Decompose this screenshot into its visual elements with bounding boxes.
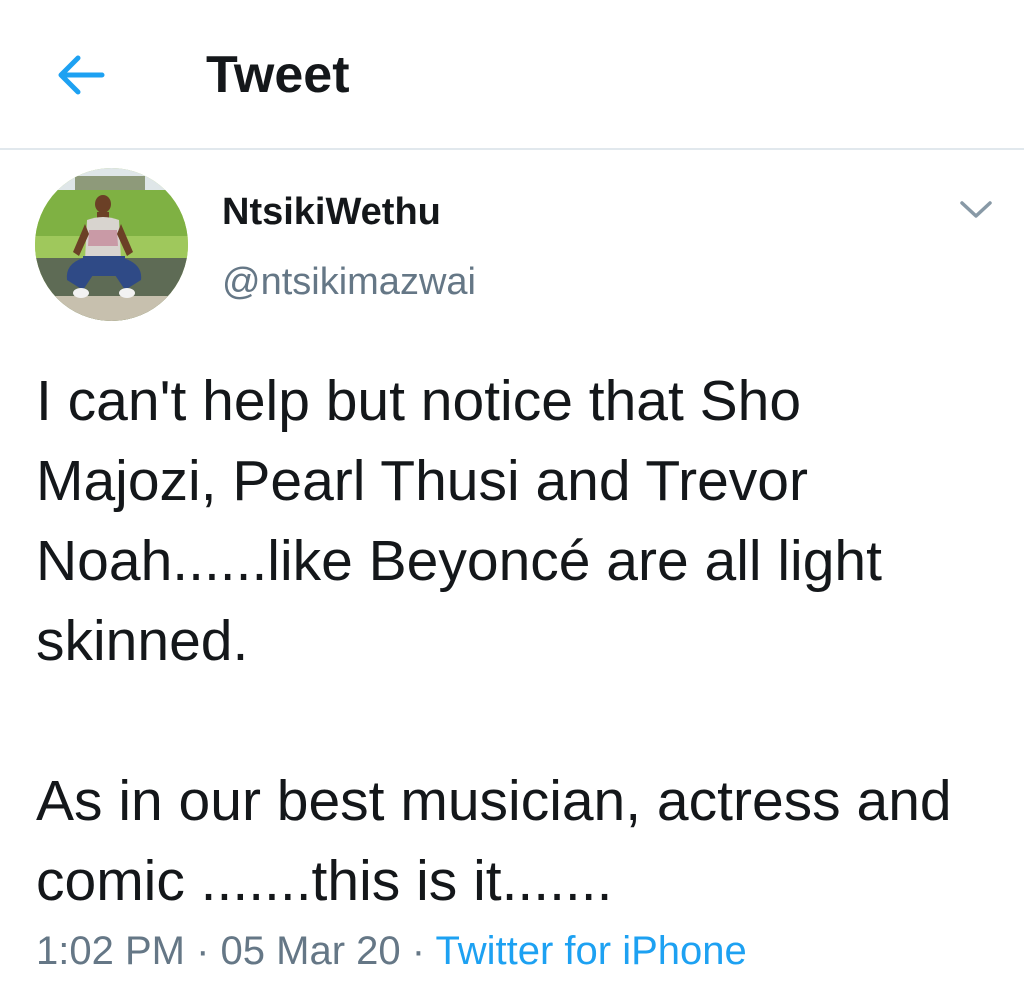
back-button[interactable] xyxy=(50,47,110,103)
author-display-name[interactable]: NtsikiWethu xyxy=(222,189,441,235)
tweet-time: 1:02 PM xyxy=(36,929,185,973)
tweet-source-link[interactable]: Twitter for iPhone xyxy=(436,929,747,973)
top-bar: Tweet xyxy=(0,0,1024,150)
meta-separator: · xyxy=(196,929,210,973)
tweet-date: 05 Mar 20 xyxy=(220,929,401,973)
arrow-left-icon xyxy=(58,55,105,95)
tweet-paragraph: As in our best musician, actress and com… xyxy=(36,769,952,913)
tweet-paragraph: I can't help but notice that Sho Majozi,… xyxy=(36,369,882,673)
author-handle[interactable]: @ntsikimazwai xyxy=(222,259,476,305)
tweet-menu-button[interactable] xyxy=(953,192,999,228)
meta-separator: · xyxy=(411,929,426,973)
tweet-text: I can't help but notice that Sho Majozi,… xyxy=(36,361,996,921)
chevron-down-icon xyxy=(960,201,992,218)
avatar[interactable] xyxy=(35,168,188,321)
avatar-photo xyxy=(35,168,188,321)
page-title: Tweet xyxy=(206,46,350,104)
tweet-meta: 1:02 PM · 05 Mar 20 · Twitter for iPhone xyxy=(36,925,747,977)
